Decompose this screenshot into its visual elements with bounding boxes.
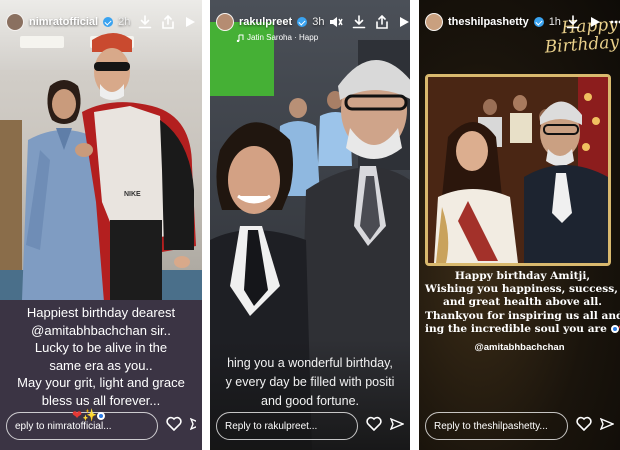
send-icon[interactable] <box>190 417 196 436</box>
reply-input[interactable]: Reply to theshilpashetty... <box>425 412 568 440</box>
caption-line: hing you a wonderful birthday, <box>227 356 393 370</box>
story-footer: Reply to rakulpreet... <box>210 410 410 442</box>
verified-icon <box>297 17 308 27</box>
caption-line: ing the incredible soul you are <box>425 322 607 335</box>
caption-line: bless us all forever... <box>41 392 161 408</box>
share-icon[interactable] <box>375 15 389 29</box>
caption-mention[interactable]: @amitabhbachchan sir.. <box>0 322 202 340</box>
story-header: theshilpashetty 1h <box>419 0 620 44</box>
sparkle-sticker-icon: ✨ <box>82 408 98 422</box>
mention-tag[interactable]: @amitabhbachchan <box>419 342 620 353</box>
verified-icon <box>533 17 544 27</box>
people-illustration <box>428 77 608 263</box>
people-illustration: NIKE <box>22 33 196 300</box>
avatar[interactable] <box>425 13 443 31</box>
caption-line: Thankyou for inspiring us all and for <box>425 309 620 322</box>
share-icon[interactable] <box>161 15 175 29</box>
mute-icon[interactable] <box>329 15 344 29</box>
music-attribution[interactable]: Jatin Saroha · Happ <box>236 33 318 42</box>
more-icon[interactable] <box>610 16 620 28</box>
avatar[interactable] <box>6 13 24 31</box>
caption-line: Happiest birthday dearest <box>26 305 176 320</box>
music-label: Jatin Saroha · Happ <box>247 33 319 42</box>
play-icon[interactable] <box>184 16 196 28</box>
evil-eye-icon <box>610 324 619 333</box>
download-icon[interactable] <box>352 15 366 29</box>
verified-icon <box>103 17 114 27</box>
story-rakulpreet[interactable]: rakulpreet 3h Jatin Saroha · Happ hing y… <box>210 0 410 450</box>
story-footer: Reply to theshilpashetty... <box>419 410 620 442</box>
send-icon[interactable] <box>599 417 615 436</box>
emoji-stickers: ❤✨ <box>72 408 106 422</box>
username[interactable]: theshilpashetty <box>448 16 529 28</box>
story-header: nimratofficial 2h <box>0 0 202 44</box>
username[interactable]: rakulpreet <box>239 16 292 28</box>
heart-sticker-icon: ❤ <box>72 408 83 422</box>
reply-input[interactable]: Reply to rakulpreet... <box>216 412 358 440</box>
story-caption: hing you a wonderful birthday, y every d… <box>210 354 410 411</box>
evil-eye-sticker-icon <box>97 411 106 420</box>
download-icon[interactable] <box>138 15 152 29</box>
heart-icon[interactable] <box>576 416 592 436</box>
caption-line: Wishing you happiness, success, peace <box>425 283 620 296</box>
download-icon[interactable] <box>566 15 580 29</box>
photo-frame <box>425 74 611 266</box>
caption-line: Lucky to be alive in the <box>34 340 168 355</box>
story-nimratofficial[interactable]: NIKE nimratofficial 2h Happiest birthday… <box>0 0 202 450</box>
send-icon[interactable] <box>389 417 405 436</box>
caption-line: May your grit, light and grace <box>17 375 185 390</box>
caption-line: and good fortune. <box>261 394 359 408</box>
caption-line-last: ing the incredible soul you are ❤ <box>425 323 620 336</box>
caption-line: Happy birthday Amitji, <box>454 270 591 282</box>
shirt-logo-text: NIKE <box>124 191 141 198</box>
play-icon[interactable] <box>589 16 601 28</box>
caption-line: same era as you.. <box>49 357 153 373</box>
avatar[interactable] <box>216 13 234 31</box>
heart-icon[interactable] <box>166 416 182 436</box>
play-icon[interactable] <box>398 16 410 28</box>
story-theshilpashetty[interactable]: Happy Birthday theshilpashetty 1h Happy … <box>419 0 620 450</box>
post-time: 2h <box>118 16 131 28</box>
heart-icon[interactable] <box>366 416 382 436</box>
story-caption: Happiest birthday dearest @amitabhbachch… <box>0 304 202 409</box>
story-caption: Happy birthday Amitji, Wishing you happi… <box>425 270 620 336</box>
username[interactable]: nimratofficial <box>29 16 98 28</box>
story-photo: NIKE <box>0 0 202 300</box>
post-time: 1h <box>548 16 561 28</box>
post-time: 3h <box>312 16 325 28</box>
music-note-icon <box>236 34 244 42</box>
caption-line: y every day be filled with positi <box>225 375 395 389</box>
caption-line: and great health above all. <box>443 296 602 309</box>
